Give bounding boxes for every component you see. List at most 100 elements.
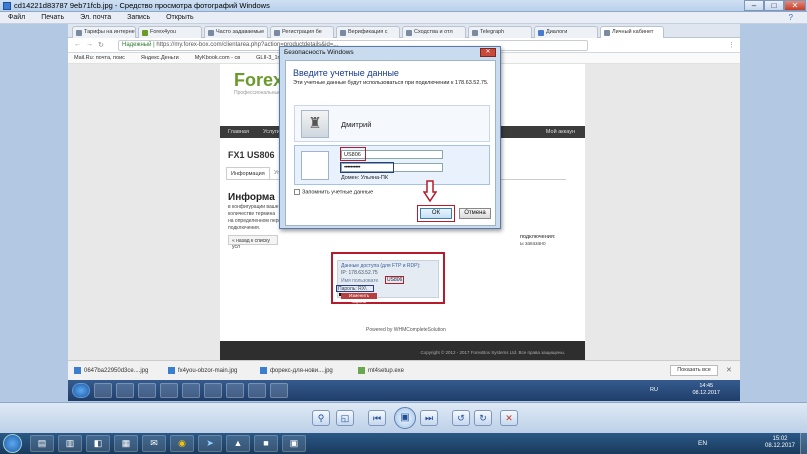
photographed-taskbar: RU 14:45 08.12.2017 [68,380,740,401]
tab-label: Сходства и отл [414,29,453,35]
copyright-text: Copyright © 2012 - 2017 ForexBox Systems… [420,350,565,355]
minimize-button[interactable]: – [744,0,764,11]
browser-tab[interactable]: Регистрация бе [270,26,334,38]
favicon-icon [208,30,214,36]
nav-account[interactable]: Мой аккаун [546,129,575,135]
taskbar-app-icon[interactable]: ✉ [142,435,166,452]
taskbar-app-icon[interactable]: ▲ [226,435,250,452]
show-desktop-button[interactable] [800,433,807,454]
slideshow-icon[interactable]: ▣ [394,407,416,429]
browser-tab-strip: Тарифы на интерне Forex4you Часто задава… [68,24,740,38]
access-user-label: Имя пользовате [341,278,379,284]
back-to-services-button[interactable]: « назад к списку усл [228,235,278,250]
dialog-description: Эти учетные данные будут использоваться … [293,80,489,86]
rotate-right-icon[interactable]: ↻ [474,410,492,426]
browser-tab[interactable]: Верификация с [336,26,400,38]
browser-tab-active[interactable]: Личный кабинет [600,26,664,38]
taskbar-app-icon[interactable]: ▦ [114,435,138,452]
nav-services[interactable]: Услуги [263,129,280,135]
menu-icon[interactable]: ⋮ [728,41,735,49]
user-name: Дмитрий [341,120,372,129]
download-item[interactable]: fx4you-obzor-main.jpg [168,367,237,374]
logo-subtitle: Профессиональные р [234,90,285,96]
taskbar-app-icon [116,383,134,398]
telegram-icon[interactable]: ➤ [198,435,222,452]
nav-home[interactable]: Главная [228,129,249,135]
download-item[interactable]: 0647ba22950d3ce....jpg [74,367,148,374]
access-pass-label: Пароль: RX\ [338,286,367,292]
tab-info[interactable]: Информация [226,167,270,179]
menu-burn[interactable]: Запись [127,14,150,21]
browser-tab[interactable]: Forex4you [138,26,202,38]
viewer-toolbar: ⚲ ◱ ⏮ ▣ ⏭ ↺ ↻ ✕ [0,402,807,433]
menu-print[interactable]: Печать [41,14,64,21]
saved-user-tile[interactable]: ♜ Дмитрий [294,105,490,142]
clock[interactable]: 15:02 08.12.2017 [764,436,796,450]
taskbar-app-icon [94,383,112,398]
dialog-close-button[interactable]: ✕ [480,48,496,57]
taskbar-app-icon[interactable]: ▤ [30,435,54,452]
taskbar-app-icon [248,383,266,398]
close-icon[interactable]: ✕ [726,366,732,374]
menu-file[interactable]: Файл [8,14,25,21]
previous-icon[interactable]: ⏮ [368,410,386,426]
taskbar-app-icon[interactable]: ▣ [282,435,306,452]
download-item[interactable]: mt4setup.exe [358,367,404,374]
inner-time: 14:45 [699,383,714,389]
taskbar-app-icon [160,383,178,398]
download-item[interactable]: форекс-для-нови....jpg [260,367,333,374]
account-title: FX1 US806 [228,150,275,160]
inner-language: RU [650,387,658,393]
bookmark-item[interactable]: MyKbook.com - св [195,55,240,61]
zoom-icon[interactable]: ⚲ [312,410,330,426]
info-heading: Информа [228,192,275,203]
language-indicator[interactable]: EN [698,440,707,447]
browser-tab[interactable]: Диалоги [534,26,598,38]
download-name: mt4setup.exe [368,368,405,375]
delete-icon[interactable]: ✕ [500,410,518,426]
actual-size-icon[interactable]: ◱ [336,410,354,426]
change-password-button[interactable]: Изменить пароль [341,293,377,304]
favicon-icon [406,30,412,36]
menu-open[interactable]: Открыть [166,14,194,21]
chrome-icon[interactable]: ◉ [170,435,194,452]
image-file-icon [168,367,175,374]
browser-tab[interactable]: Telegraph [468,26,532,38]
favicon-icon [538,30,544,36]
forward-icon[interactable]: → [86,41,93,48]
ok-button[interactable]: ОК [420,208,452,219]
remember-label: Запомнить учетные данные [302,189,374,196]
tab-label: Верификация с [348,29,388,35]
menu-email[interactable]: Эл. почта [80,14,111,21]
taskbar-app-icon[interactable]: ▥ [58,435,82,452]
access-user-value: US806 [385,276,404,284]
viewer-title: cd14221d83787 9eb71fcb.jpg - Средство пр… [14,1,270,10]
clock-date: 08.12.2017 [764,443,796,449]
browser-tab[interactable]: Часто задаваемые [204,26,268,38]
start-button[interactable] [3,434,22,453]
cancel-button[interactable]: Отмена [459,208,491,219]
bookmark-item[interactable]: Mail.Ru: почта, поис [74,55,125,61]
close-button[interactable]: ✕ [784,0,806,11]
checkbox-icon [294,189,300,195]
rotate-left-icon[interactable]: ↺ [452,410,470,426]
taskbar-app-icon[interactable]: ◧ [86,435,110,452]
bookmark-item[interactable]: Яндекс.Деньги [141,55,179,61]
next-icon[interactable]: ⏭ [420,410,438,426]
favicon-icon [604,30,610,36]
tab-label: Часто задаваемые [216,29,265,35]
browser-tab[interactable]: Тарифы на интерне [72,26,136,38]
taskbar-app-icon[interactable]: ■ [254,435,278,452]
show-all-button[interactable]: Показать все [670,365,718,376]
image-file-icon [260,367,267,374]
back-icon[interactable]: ← [74,41,81,48]
remember-credentials-checkbox[interactable]: Запомнить учетные данные [294,189,373,195]
browser-tab[interactable]: Сходства и отл [402,26,466,38]
dialog-body: Введите учетные данные Эти учетные данны… [285,60,496,226]
help-icon[interactable]: ? [789,13,793,22]
maximize-button[interactable]: □ [764,0,784,11]
reload-icon[interactable]: ↻ [98,41,104,49]
info-line: количестве термина [228,211,276,217]
favicon-icon [274,30,280,36]
tab-label: Диалоги [546,29,568,35]
